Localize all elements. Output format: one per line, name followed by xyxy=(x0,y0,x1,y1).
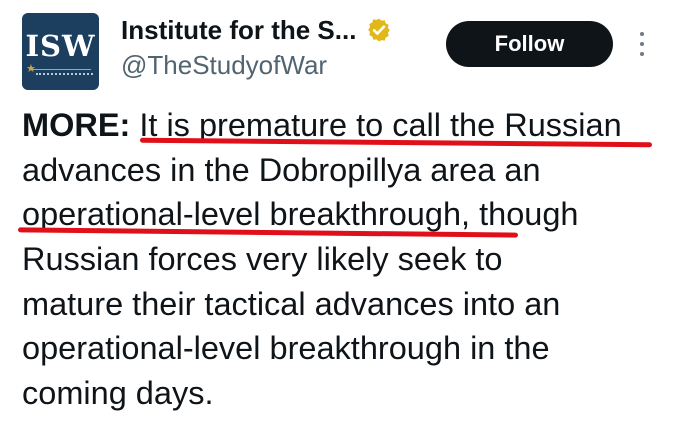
verified-badge-icon xyxy=(368,18,391,42)
avatar-subtitle-mark xyxy=(36,73,93,78)
post-text: MORE: It is premature to call the Russia… xyxy=(22,103,672,416)
post-lead: MORE: xyxy=(22,107,131,143)
post-line: coming days. xyxy=(22,375,214,412)
post-line: Russian forces very likely seek to xyxy=(22,241,503,278)
avatar-logo-text: ISW xyxy=(25,29,96,63)
follow-button[interactable]: Follow xyxy=(446,21,613,67)
post-line-3-start: operational-level breakthrough, xyxy=(22,196,471,233)
post-line: operational-level breakthrough in the xyxy=(22,330,550,367)
more-options-icon[interactable] xyxy=(632,30,652,58)
author-handle[interactable]: @TheStudyofWar xyxy=(121,50,327,81)
post-card: ISW ★ Institute for the S... @TheStudyof… xyxy=(0,0,680,446)
author-name-row[interactable]: Institute for the S... xyxy=(121,12,392,48)
avatar-divider xyxy=(30,69,91,70)
post-line-3-rest: though xyxy=(470,196,579,233)
post-line: advances in the Dobropillya area an xyxy=(22,151,541,188)
display-name[interactable]: Institute for the S... xyxy=(121,15,356,46)
avatar[interactable]: ISW ★ xyxy=(22,13,99,90)
post-line: mature their tactical advances into an xyxy=(22,285,561,322)
